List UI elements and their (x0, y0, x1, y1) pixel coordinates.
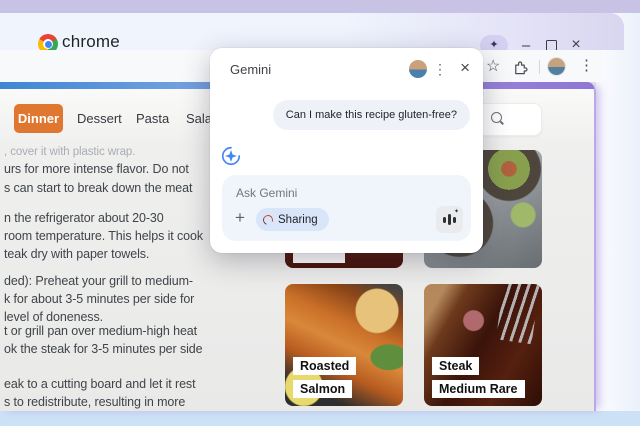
voice-input-button[interactable]: ✦ (436, 206, 463, 233)
article-line: level of doneness. (4, 310, 103, 324)
profile-avatar[interactable] (548, 58, 565, 75)
recipe-card-roasted-salmon[interactable]: Roasted Salmon (285, 284, 403, 406)
sharing-eye-icon (261, 213, 274, 226)
article-line: s to redistribute, resulting in more (4, 395, 185, 409)
bookmark-star-icon[interactable]: ☆ (486, 56, 500, 76)
tab-dessert[interactable]: Dessert (77, 111, 122, 126)
panel-title: Gemini (230, 62, 271, 77)
toolbar-divider (539, 60, 540, 74)
screenshot-frame: Dinner Dessert Pasta Salad , cover it wi… (0, 0, 640, 426)
tab-pasta[interactable]: Pasta (136, 111, 169, 126)
article-line: t or grill pan over medium-high heat (4, 324, 197, 338)
gemini-panel: Gemini ⋮ × Can I make this recipe gluten… (210, 48, 483, 253)
extensions-icon[interactable] (512, 59, 528, 75)
article-line: ok the steak for 3-5 minutes per side (4, 342, 203, 356)
article-line: room temperature. This helps it cook (4, 229, 203, 243)
sparkle-dot-icon: ✦ (454, 209, 459, 215)
maximize-icon (546, 40, 557, 51)
add-attachment-button[interactable]: + (235, 208, 245, 228)
sharing-chip-label: Sharing (278, 214, 318, 226)
search-icon (491, 112, 502, 123)
article-line: k for about 3-5 minutes per side for (4, 292, 194, 306)
browser-menu-button[interactable]: ⋮ (579, 56, 594, 74)
gemini-sparkle-icon (220, 145, 242, 167)
article-line: , cover it with plastic wrap. (4, 146, 135, 158)
frame-right-gradient (596, 13, 640, 411)
frame-top-strip (0, 0, 640, 13)
panel-menu-button[interactable]: ⋮ (433, 61, 447, 78)
card-label: Roasted (293, 357, 356, 375)
recipe-card-steak-medium-rare[interactable]: Steak Medium Rare (424, 284, 542, 406)
waveform-icon (453, 217, 456, 223)
panel-close-button[interactable]: × (460, 58, 470, 78)
card-label: Salmon (293, 380, 352, 398)
waveform-icon (443, 217, 446, 223)
frame-bottom-strip (0, 411, 640, 426)
article-line: ded): Preheat your grill to medium- (4, 274, 193, 288)
article-line: eak to a cutting board and let it rest (4, 377, 195, 391)
composer-input[interactable]: Ask Gemini + Sharing ✦ (222, 175, 471, 241)
product-name: chrome (62, 32, 120, 52)
article-line: urs for more intense flavor. Do not (4, 162, 189, 176)
fork-image-detail (496, 284, 540, 344)
panel-avatar[interactable] (409, 60, 427, 78)
composer-placeholder: Ask Gemini (236, 186, 297, 200)
article-line: teak dry with paper towels. (4, 247, 149, 261)
article-line: n the refrigerator about 20-30 (4, 211, 164, 225)
tab-dinner[interactable]: Dinner (14, 104, 63, 133)
card-label: Medium Rare (432, 380, 525, 398)
card-label: Steak (432, 357, 479, 375)
article-line: s can start to break down the meat (4, 181, 192, 195)
user-message-bubble: Can I make this recipe gluten-free? (273, 100, 470, 130)
window-titlebar: chrome ✦ – × (0, 13, 624, 50)
waveform-icon (448, 214, 451, 225)
sharing-chip[interactable]: Sharing (256, 208, 329, 231)
